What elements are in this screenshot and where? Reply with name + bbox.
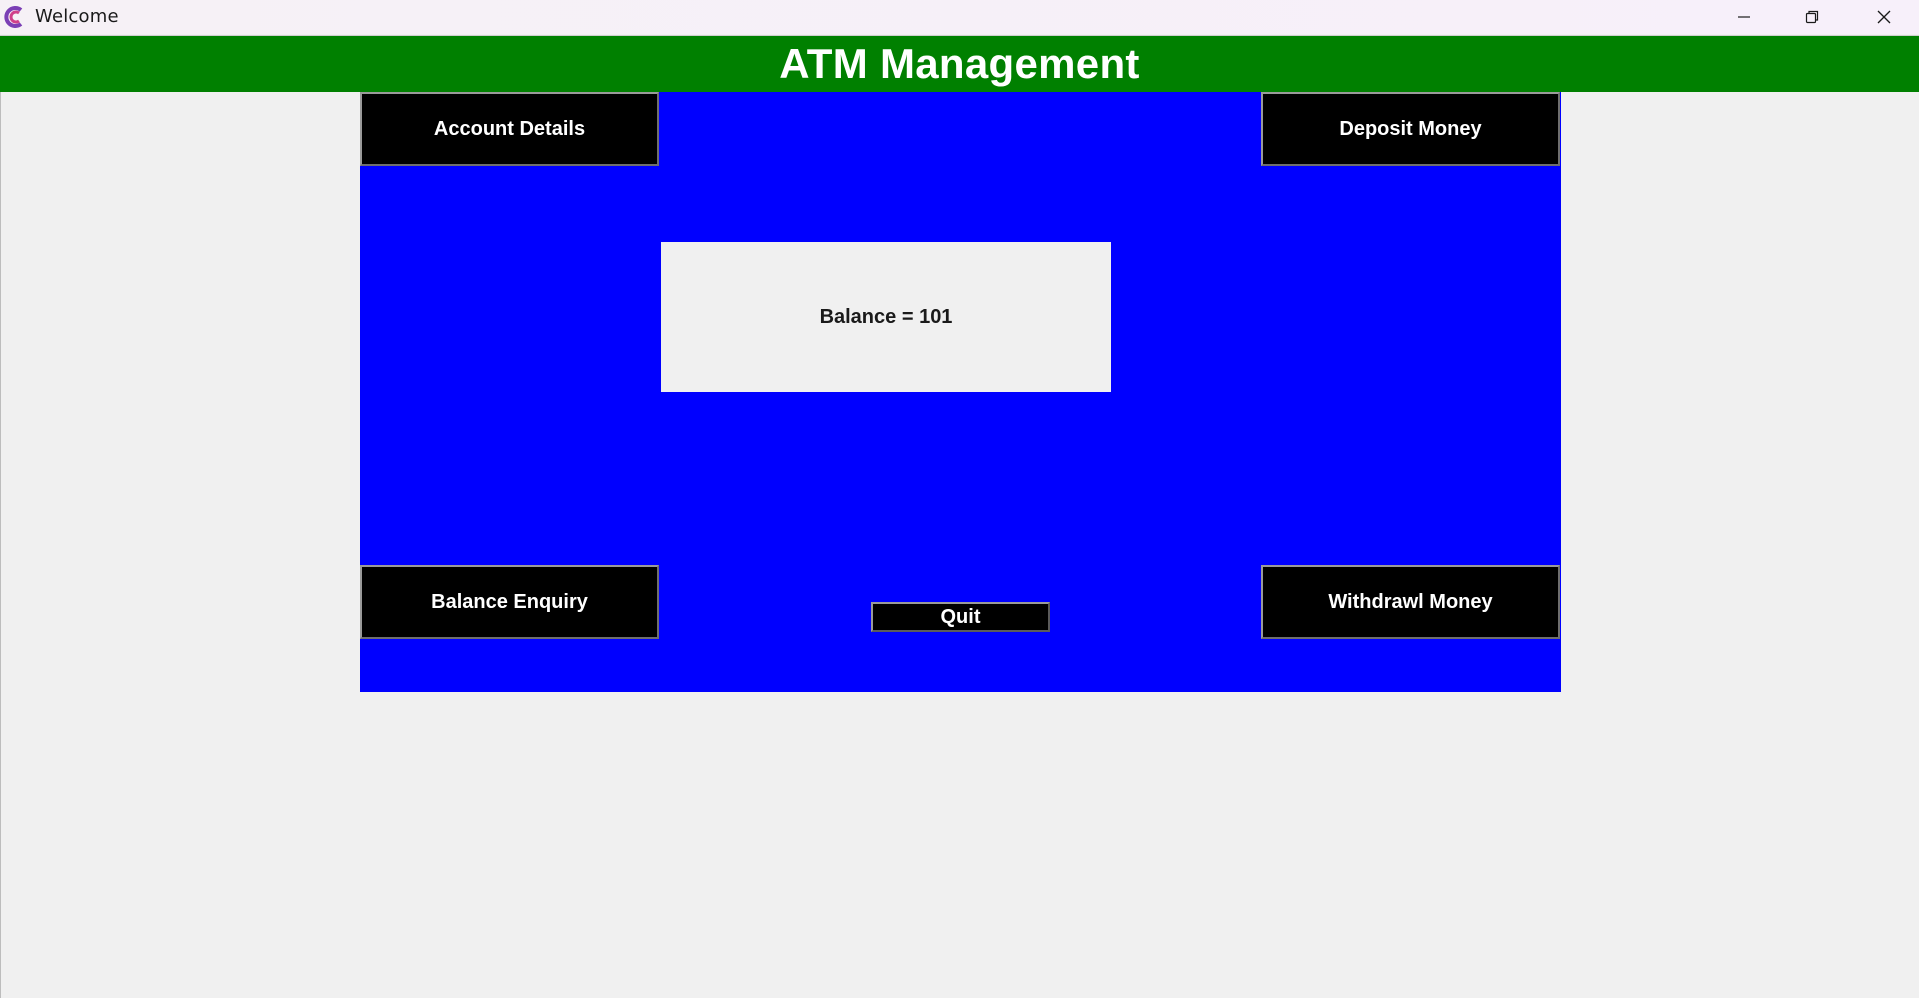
app-header: ATM Management <box>0 35 1919 92</box>
close-icon <box>1877 10 1891 24</box>
close-button[interactable] <box>1850 0 1918 34</box>
window-border <box>0 92 1 998</box>
restore-icon <box>1805 10 1819 24</box>
account-details-button[interactable]: Account Details <box>360 92 659 166</box>
withdrawl-money-button[interactable]: Withdrawl Money <box>1261 565 1560 639</box>
app-logo-icon <box>4 5 26 29</box>
app-window: Welcome ATM Management Account Details D… <box>0 0 1919 998</box>
deposit-money-button[interactable]: Deposit Money <box>1261 92 1560 166</box>
minimize-icon <box>1738 16 1750 18</box>
balance-text: Balance = 101 <box>819 305 953 328</box>
title-bar: Welcome <box>0 0 1919 34</box>
balance-enquiry-button[interactable]: Balance Enquiry <box>360 565 659 639</box>
atm-panel: Account Details Deposit Money Balance = … <box>360 92 1561 692</box>
page-title: ATM Management <box>779 40 1140 87</box>
quit-button[interactable]: Quit <box>871 602 1050 632</box>
minimize-button[interactable] <box>1710 0 1778 34</box>
balance-display: Balance = 101 <box>661 242 1111 392</box>
window-title: Welcome <box>35 6 119 27</box>
restore-button[interactable] <box>1778 0 1846 34</box>
